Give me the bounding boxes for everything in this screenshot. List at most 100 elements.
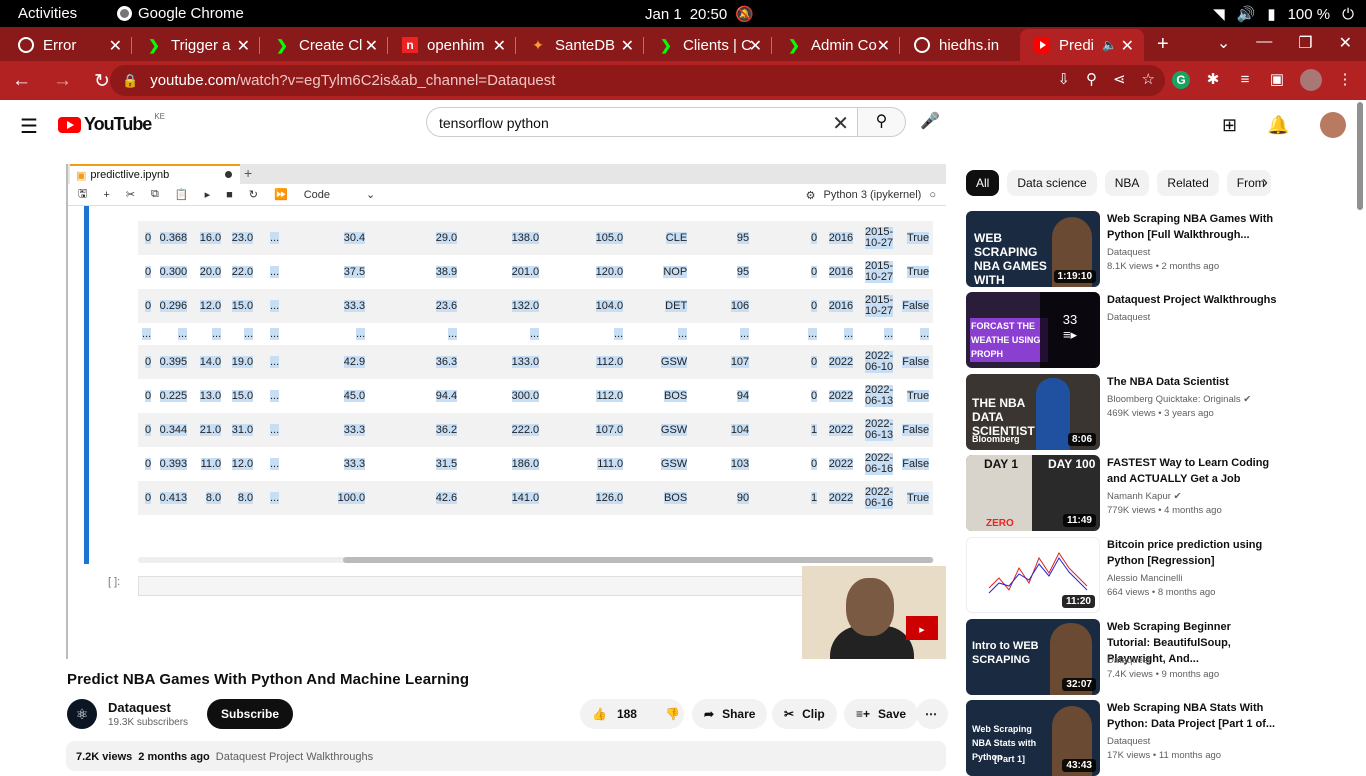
close-tab-icon[interactable]: ✕	[877, 36, 890, 56]
notifications-bell-icon[interactable]: 🔔	[1267, 115, 1289, 136]
rec-channel[interactable]: Alessio Mancinelli	[1107, 573, 1277, 584]
activities-button[interactable]: Activities	[18, 5, 77, 22]
voice-search-mic-icon[interactable]: 🎤	[917, 107, 943, 137]
grammarly-icon[interactable]: G	[1172, 71, 1190, 89]
share-icon[interactable]: ⋖	[1113, 70, 1126, 88]
forward-icon[interactable]: →	[53, 70, 72, 93]
minimize-icon[interactable]: —	[1256, 33, 1272, 53]
puzzle-icon[interactable]: ✱	[1204, 71, 1222, 89]
page-scrollbar[interactable]	[1357, 102, 1363, 210]
chip-data-science[interactable]: Data science	[1007, 170, 1097, 196]
chips-next-arrow-icon[interactable]: ›	[1262, 172, 1268, 193]
rec-title[interactable]: Web Scraping NBA Games With Python [Full…	[1107, 211, 1277, 243]
rec-channel[interactable]: Namanh Kapur ✔	[1107, 491, 1277, 502]
thumbnail[interactable]: WEB SCRAPING NBA GAMES WITH PYTHON 1:19:…	[966, 211, 1100, 287]
close-window-icon[interactable]: ✕	[1339, 33, 1352, 53]
tab-create[interactable]: ❯ Create Cl ✕	[260, 29, 388, 61]
rec-title[interactable]: The NBA Data Scientist	[1107, 374, 1277, 390]
rec-title[interactable]: FASTEST Way to Learn Coding and ACTUALLY…	[1107, 455, 1277, 487]
create-video-icon[interactable]: ⊞	[1222, 115, 1237, 136]
tab-search-icon[interactable]: ⌄	[1217, 33, 1230, 53]
media-control-icon[interactable]: ≡	[1236, 71, 1254, 89]
thumbnail[interactable]: FORCAST THE WEATHE USING PROPH 33 ≡▸	[966, 292, 1100, 368]
like-dislike-button[interactable]: 👍 188 👎	[580, 699, 684, 729]
back-icon[interactable]: ←	[12, 70, 31, 93]
rec-channel[interactable]: Bloomberg Quicktake: Originals ✔	[1107, 394, 1277, 405]
reload-icon[interactable]: ↻	[94, 70, 110, 93]
thumbs-up-icon[interactable]: 👍	[592, 699, 607, 729]
side-panel-icon[interactable]: ▣	[1268, 71, 1286, 89]
rec-playlist[interactable]: FORCAST THE WEATHE USING PROPH 33 ≡▸ Data…	[966, 292, 1346, 368]
channel-avatar[interactable]: ⚛	[67, 699, 97, 729]
tab-santedb[interactable]: ✦ SanteDB ✕	[516, 29, 644, 61]
close-tab-icon[interactable]: ✕	[109, 36, 122, 56]
restore-icon[interactable]: ❐	[1298, 33, 1312, 53]
rec-title[interactable]: Bitcoin price prediction using Python [R…	[1107, 537, 1277, 569]
thumbnail[interactable]: THE NBA DATA SCIENTIST Bloomberg 8:06	[966, 374, 1100, 450]
kebab-menu-icon[interactable]: ⋮	[1336, 71, 1354, 89]
rec-video-3[interactable]: DAY 1 DAY 100 ZERO 11:49 FASTEST Way to …	[966, 455, 1346, 531]
share-button[interactable]: ➦ Share	[692, 699, 768, 729]
zoom-icon[interactable]: ⚲	[1086, 70, 1097, 88]
dataframe-cell: ...	[138, 323, 155, 345]
app-menu[interactable]: Google Chrome	[117, 5, 244, 22]
install-icon[interactable]: ⇩	[1057, 70, 1070, 88]
clip-button[interactable]: ✂ Clip	[772, 699, 837, 729]
playlist-link[interactable]: Dataquest Project Walkthroughs	[216, 751, 373, 763]
clear-search-icon[interactable]: ✕	[832, 111, 849, 136]
hamburger-menu-icon[interactable]: ☰	[20, 114, 38, 139]
search-button[interactable]: ⚲	[857, 107, 906, 137]
tab-openhim[interactable]: n openhim ✕	[388, 29, 516, 61]
close-tab-icon[interactable]: ✕	[237, 36, 250, 56]
close-tab-icon[interactable]: ✕	[1121, 36, 1134, 56]
audio-playing-icon[interactable]: 🔈	[1102, 38, 1117, 52]
tab-youtube-active[interactable]: Predi 🔈 ✕	[1020, 29, 1144, 61]
tab-hiedhs[interactable]: hiedhs.in	[900, 29, 1020, 61]
close-tab-icon[interactable]: ✕	[749, 36, 762, 56]
thumbnail[interactable]: 11:20	[966, 537, 1100, 613]
rec-video-4[interactable]: 11:20 Bitcoin price prediction using Pyt…	[966, 537, 1346, 613]
rec-video-6[interactable]: Web Scraping NBA Stats with Python [Part…	[966, 700, 1346, 776]
chip-related[interactable]: Related	[1157, 170, 1219, 196]
description-box[interactable]: 7.2K views 2 months ago Dataquest Project …	[66, 741, 946, 771]
playlist-icon: ≡▸	[1062, 327, 1078, 342]
rec-channel[interactable]: Dataquest	[1107, 736, 1277, 747]
thumbnail[interactable]: Web Scraping NBA Stats with Python [Part…	[966, 700, 1100, 776]
rec-channel[interactable]: Dataquest	[1107, 655, 1277, 666]
tab-error[interactable]: Error ✕	[4, 29, 132, 61]
chip-nba[interactable]: NBA	[1104, 170, 1150, 196]
rec-video-5[interactable]: Intro to WEB SCRAPING 32:07 Web Scraping…	[966, 619, 1346, 695]
system-tray[interactable]: ◥ 🔊 ▮ 100 % ⏻	[1213, 5, 1354, 24]
thumbs-down-icon[interactable]: 👎	[665, 699, 680, 729]
save-button[interactable]: ≡+ Save	[844, 699, 919, 729]
close-tab-icon[interactable]: ✕	[493, 36, 506, 56]
profile-avatar[interactable]	[1300, 69, 1322, 91]
rec-title[interactable]: Dataquest Project Walkthroughs	[1107, 292, 1277, 308]
close-tab-icon[interactable]: ✕	[621, 36, 634, 56]
rec-title[interactable]: Web Scraping NBA Stats With Python: Data…	[1107, 700, 1277, 732]
subscribe-button[interactable]: Subscribe	[207, 699, 294, 729]
thumbnail[interactable]: Intro to WEB SCRAPING 32:07	[966, 619, 1100, 695]
thumbnail[interactable]: DAY 1 DAY 100 ZERO 11:49	[966, 455, 1100, 531]
more-actions-button[interactable]: ⋯	[916, 699, 948, 729]
rec-video-1[interactable]: WEB SCRAPING NBA GAMES WITH PYTHON 1:19:…	[966, 211, 1346, 287]
tab-trigger[interactable]: ❯ Trigger a ✕	[132, 29, 260, 61]
search-input[interactable]: tensorflow python ✕	[426, 107, 858, 137]
rec-channel[interactable]: Dataquest	[1107, 312, 1277, 323]
rec-channel[interactable]: Dataquest	[1107, 247, 1277, 258]
youtube-logo[interactable]: YouTube KE	[58, 112, 165, 135]
bookmark-star-icon[interactable]: ☆	[1142, 70, 1155, 88]
chip-all[interactable]: All	[966, 170, 1000, 196]
close-tab-icon[interactable]: ✕	[365, 36, 378, 56]
tab-clients[interactable]: ❯ Clients | C ✕	[644, 29, 772, 61]
new-tab-button[interactable]: +	[1157, 33, 1169, 56]
clock[interactable]: Jan 1 20:50 🔕	[645, 5, 754, 24]
channel-info[interactable]: ⚛ Dataquest 19.3K subscribers	[67, 699, 188, 729]
rec-video-2[interactable]: THE NBA DATA SCIENTIST Bloomberg 8:06 Th…	[966, 374, 1346, 450]
lock-icon[interactable]: 🔒	[122, 73, 138, 89]
address-bar[interactable]: 🔒 youtube.com/watch?v=egTylm6C2is&ab_cha…	[110, 65, 1165, 96]
account-avatar[interactable]	[1319, 112, 1346, 138]
video-player[interactable]: ▣ predictlive.ipynb + 🖫 + ✂ ⧉ 📋 ▸ ■ ↻ ⏩ Code ⌄ ⚙ Py…	[66, 164, 946, 659]
channel-name[interactable]: Dataquest	[108, 700, 188, 715]
tab-admin[interactable]: ❯ Admin Co ✕	[772, 29, 900, 61]
